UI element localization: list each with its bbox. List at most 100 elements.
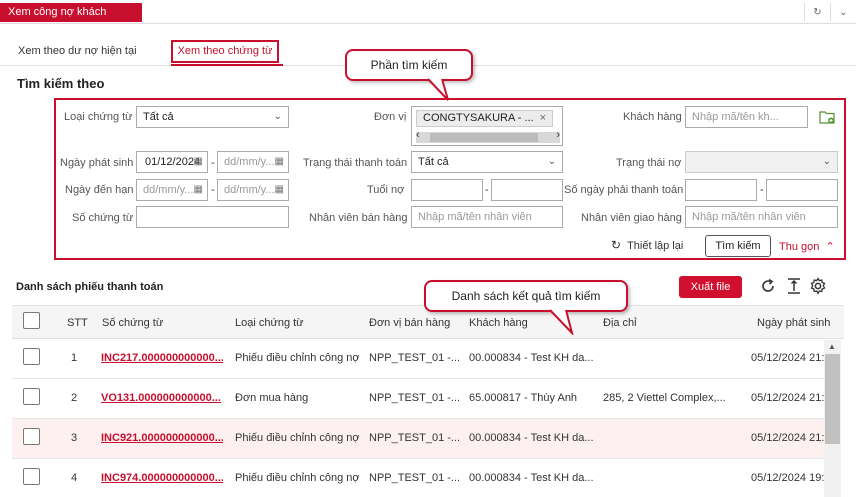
callout-pointer	[549, 309, 574, 335]
row-unit: NPP_TEST_01 -...	[369, 352, 461, 364]
row-doc-link[interactable]: INC974.000000000000...	[101, 472, 223, 484]
settle-status-select[interactable]: Tất cả ⌄	[411, 151, 563, 173]
search-section-title: Tìm kiếm theo	[17, 76, 105, 91]
remove-tag-icon[interactable]: ×	[540, 111, 546, 126]
issue-date-from[interactable]: 01/12/2024 ▦	[136, 151, 208, 173]
range-dash: -	[211, 184, 215, 196]
row-doc-link[interactable]: INC217.000000000000...	[101, 352, 223, 364]
table-row[interactable]: 2 VO131.000000000000... Đơn mua hàng NPP…	[12, 379, 824, 419]
customer-label: Khách hàng	[623, 111, 682, 123]
col-address[interactable]: Địa chỉ	[603, 317, 637, 329]
row-stt: 3	[71, 432, 78, 444]
issue-date-to-value: dd/mm/y...	[224, 156, 275, 168]
table-row[interactable]: 4 INC974.000000000000... Phiếu điều chỉn…	[12, 459, 824, 497]
chevron-down-icon: ⌄	[547, 156, 556, 167]
row-customer: 65.000817 - Thùy Anh	[469, 392, 578, 404]
row-checkbox[interactable]	[23, 388, 40, 405]
doc-no-label: Số chứng từ	[72, 212, 134, 224]
row-customer: 00.000834 - Test KH da...	[469, 352, 593, 364]
row-unit: NPP_TEST_01 -...	[369, 392, 461, 404]
row-date: 05/12/2024 19:...	[751, 472, 824, 484]
doc-type-select[interactable]: Tất cả ⌄	[136, 106, 289, 128]
row-checkbox[interactable]	[23, 348, 40, 365]
row-stt: 4	[71, 472, 78, 484]
debt-age-label: Tuổi nợ	[367, 184, 405, 196]
doc-type-label: Loại chứng từ	[64, 111, 133, 123]
customer-input[interactable]: Nhập mã/tên kh...	[685, 106, 808, 128]
chevron-right-icon[interactable]: ›	[556, 129, 560, 141]
scrollbar-thumb[interactable]	[825, 354, 840, 444]
row-customer: 00.000834 - Test KH da...	[469, 472, 593, 484]
refresh-icon[interactable]: ↻	[804, 3, 830, 21]
folder-add-icon[interactable]	[819, 110, 835, 124]
col-unit[interactable]: Đơn vị bán hàng	[369, 317, 450, 329]
row-customer: 00.000834 - Test KH da...	[469, 432, 593, 444]
delivery-staff-input[interactable]: Nhập mã/tên nhân viên	[685, 206, 838, 228]
active-tab-underline	[171, 64, 283, 66]
row-unit: NPP_TEST_01 -...	[369, 432, 461, 444]
chevron-left-icon[interactable]: ‹	[416, 129, 420, 141]
row-date: 05/12/2024 21:...	[751, 432, 824, 444]
top-bar: Xem công nợ khách hàng ↻ ⌄	[0, 0, 856, 37]
issue-date-to[interactable]: dd/mm/y... ▦	[217, 151, 289, 173]
col-doc-type[interactable]: Loại chứng từ	[235, 317, 304, 329]
due-date-from[interactable]: dd/mm/y... ▦	[136, 179, 208, 201]
col-customer[interactable]: Khách hàng	[469, 317, 528, 329]
row-doc-link[interactable]: INC921.000000000000...	[101, 432, 223, 444]
days-due-to[interactable]	[766, 179, 838, 201]
debt-status-select[interactable]: ⌄	[685, 151, 838, 173]
chevron-up-icon: ⌃	[825, 241, 835, 253]
row-doc-type: Phiếu điều chỉnh công nợ	[235, 432, 359, 444]
row-doc-type: Phiếu điều chỉnh công nợ	[235, 472, 359, 484]
table-row[interactable]: 3 INC921.000000000000... Phiếu điều chỉn…	[12, 419, 824, 459]
tab-current-debt[interactable]: Xem theo dư nợ hiện tại	[18, 45, 137, 57]
reset-button[interactable]: ↻ Thiết lập lại	[611, 238, 683, 252]
horizontal-scrollbar[interactable]: ‹ ›	[416, 129, 560, 143]
refresh-icon[interactable]	[759, 277, 777, 295]
unit-tag: CONGTYSAKURA - ... ×	[416, 110, 553, 127]
row-address: 285, 2 Viettel Complex,...	[603, 392, 726, 404]
chevron-down-icon: ⌄	[273, 111, 282, 122]
column-height-icon[interactable]	[785, 277, 803, 295]
debt-age-from[interactable]	[411, 179, 483, 201]
col-issue-date[interactable]: Ngày phát sinh	[757, 317, 830, 329]
due-date-to-value: dd/mm/y...	[224, 184, 275, 196]
gear-icon[interactable]	[809, 277, 827, 295]
tab-by-document[interactable]: Xem theo chứng từ	[171, 40, 279, 63]
range-dash: -	[485, 184, 489, 196]
days-due-from[interactable]	[685, 179, 757, 201]
sales-staff-input[interactable]: Nhập mã/tên nhân viên	[411, 206, 563, 228]
doc-no-input[interactable]	[136, 206, 289, 228]
search-button[interactable]: Tìm kiếm	[705, 235, 771, 257]
collapse-button[interactable]: Thu gọn ⌃	[779, 240, 835, 253]
due-date-label: Ngày đến hạn	[65, 184, 134, 196]
row-stt: 2	[71, 392, 78, 404]
row-doc-link[interactable]: VO131.000000000000...	[101, 392, 223, 404]
sales-staff-label: Nhân viên bán hàng	[309, 212, 408, 224]
settle-status-label: Trạng thái thanh toán	[303, 157, 408, 169]
chevron-down-icon[interactable]: ⌄	[830, 3, 856, 21]
callout-pointer	[427, 78, 449, 101]
scrollbar-thumb[interactable]	[430, 133, 538, 142]
list-title: Danh sách phiếu thanh toán	[16, 281, 164, 293]
calendar-icon: ▦	[274, 184, 284, 195]
row-checkbox[interactable]	[23, 428, 40, 445]
results-callout: Danh sách kết quả tìm kiếm	[424, 280, 628, 312]
due-date-to[interactable]: dd/mm/y... ▦	[217, 179, 289, 201]
row-checkbox[interactable]	[23, 468, 40, 485]
select-all-checkbox[interactable]	[23, 312, 40, 329]
scroll-up-icon[interactable]: ▲	[828, 342, 836, 351]
col-doc-no[interactable]: Số chứng từ	[102, 317, 163, 329]
delivery-staff-label: Nhân viên giao hàng	[581, 212, 682, 224]
vertical-scrollbar[interactable]: ▲	[824, 340, 841, 497]
search-callout: Phần tìm kiếm	[345, 49, 473, 81]
unit-multiselect[interactable]: CONGTYSAKURA - ... × ‹ ›	[411, 106, 563, 146]
col-stt[interactable]: STT	[67, 317, 88, 329]
unit-label: Đơn vị	[374, 111, 407, 123]
table-row[interactable]: 1 INC217.000000000000... Phiếu điều chỉn…	[12, 339, 824, 379]
range-dash: -	[211, 157, 215, 169]
issue-date-label: Ngày phát sinh	[60, 157, 134, 169]
export-button[interactable]: Xuất file	[679, 276, 742, 298]
debt-age-to[interactable]	[491, 179, 563, 201]
page-title-tab[interactable]: Xem công nợ khách hàng	[0, 3, 142, 37]
